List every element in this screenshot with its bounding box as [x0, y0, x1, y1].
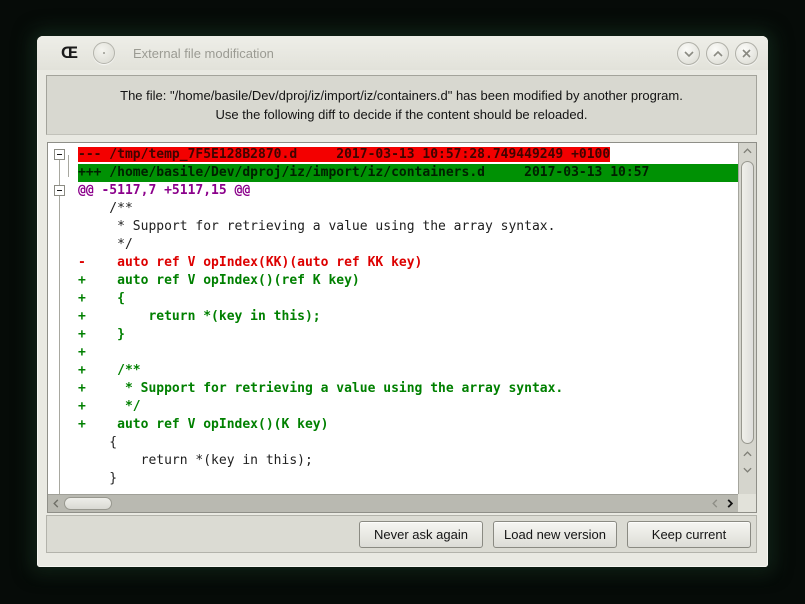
scroll-right-icon[interactable] [722, 495, 737, 512]
diff-line: + } [78, 326, 738, 344]
message-line-2: Use the following diff to decide if the … [216, 105, 588, 125]
diff-line: { [78, 434, 738, 452]
vertical-scrollbar[interactable] [738, 143, 756, 494]
message-line-1: The file: "/home/basile/Dev/dproj/iz/imp… [120, 86, 683, 106]
never-ask-again-button[interactable]: Never ask again [359, 521, 483, 548]
scroll-down-icon[interactable] [739, 462, 756, 478]
window-menu-button[interactable] [93, 42, 115, 64]
scroll-up-icon[interactable] [739, 446, 756, 462]
diff-line: return *(key in this); [78, 452, 738, 470]
tree-line [59, 155, 60, 494]
maximize-button[interactable] [706, 42, 729, 65]
scroll-left-icon[interactable] [48, 495, 63, 512]
collapse-toggle-icon[interactable] [54, 149, 65, 160]
window-title: External file modification [133, 46, 274, 61]
tree-line [68, 155, 69, 177]
diff-line: + auto ref V opIndex()(ref K key) [78, 272, 738, 290]
horizontal-scroll-thumb[interactable] [64, 497, 112, 510]
diff-line: + */ [78, 398, 738, 416]
diff-line: + return *(key in this); [78, 308, 738, 326]
dialog-window: Œ External file modification The file: [37, 36, 768, 567]
diff-line: @@ -5117,7 +5117,15 @@ [78, 182, 738, 200]
diff-line: + { [78, 290, 738, 308]
app-logo-icon: Œ [61, 43, 77, 63]
button-strip: Never ask again Load new version Keep cu… [46, 515, 757, 553]
fold-gutter [48, 143, 78, 494]
diff-code: --- /tmp/temp_7F5E128B2870.d 2017-03-13 … [78, 143, 738, 494]
scroll-left-icon[interactable] [707, 495, 722, 512]
scroll-up-icon[interactable] [739, 143, 756, 159]
minimize-button[interactable] [677, 42, 700, 65]
diff-line: + /** [78, 362, 738, 380]
title-bar[interactable]: Œ External file modification [37, 36, 768, 70]
scrollbar-corner [738, 494, 756, 512]
close-icon [742, 49, 751, 58]
diff-line: + auto ref V opIndex()(K key) [78, 416, 738, 434]
diff-line: - auto ref V opIndex(KK)(auto ref KK key… [78, 254, 738, 272]
diff-viewport[interactable]: --- /tmp/temp_7F5E128B2870.d 2017-03-13 … [48, 143, 738, 494]
chevron-up-icon [713, 51, 723, 57]
diff-line: + * Support for retrieving a value using… [78, 380, 738, 398]
diff-line: --- /tmp/temp_7F5E128B2870.d 2017-03-13 … [78, 146, 738, 164]
diff-line: /** [78, 200, 738, 218]
diff-pane: --- /tmp/temp_7F5E128B2870.d 2017-03-13 … [47, 142, 757, 513]
diff-line: + [78, 344, 738, 362]
load-new-version-button[interactable]: Load new version [493, 521, 617, 548]
diff-line: +++ /home/basile/Dev/dproj/iz/import/iz/… [78, 164, 738, 182]
diff-line: } [78, 470, 738, 488]
chevron-down-icon [684, 51, 694, 57]
close-button[interactable] [735, 42, 758, 65]
horizontal-scrollbar[interactable] [48, 494, 738, 512]
keep-current-button[interactable]: Keep current [627, 521, 751, 548]
diff-line: * Support for retrieving a value using t… [78, 218, 738, 236]
message-panel: The file: "/home/basile/Dev/dproj/iz/imp… [46, 75, 757, 135]
collapse-toggle-icon[interactable] [54, 185, 65, 196]
vertical-scroll-thumb[interactable] [741, 161, 754, 444]
diff-line: */ [78, 236, 738, 254]
